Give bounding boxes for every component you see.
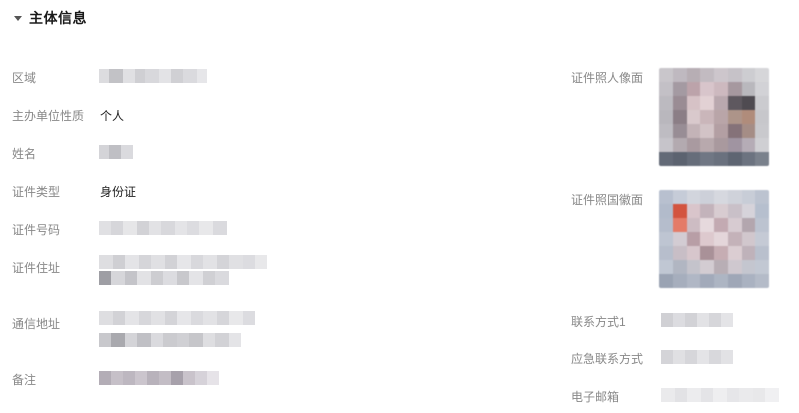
label-email: 电子邮箱 [571,390,620,404]
label-remarks: 备注 [12,373,37,387]
label-region: 区域 [12,71,37,85]
value-id-type: 身份证 [100,185,137,199]
value-name-redacted [99,145,133,159]
id-photo-portrait-thumbnail[interactable] [659,68,769,166]
label-id-photo-emblem: 证件照国徽面 [571,193,644,207]
id-photo-emblem-thumbnail[interactable] [659,190,769,288]
value-emergency-contact-redacted [661,350,733,364]
label-id-number: 证件号码 [12,223,61,237]
caret-down-icon [14,15,22,21]
section-title: 主体信息 [29,10,87,26]
value-remarks-redacted [99,371,219,385]
label-id-address: 证件住址 [12,261,61,275]
label-id-type: 证件类型 [12,185,61,199]
label-id-photo-portrait: 证件照人像面 [571,71,644,85]
label-emergency-contact: 应急联系方式 [571,352,644,366]
section-header-toggle[interactable]: 主体信息 [14,8,87,28]
label-mailing-address: 通信地址 [12,317,61,331]
value-id-number-redacted [99,221,227,235]
label-name: 姓名 [12,147,37,161]
label-organizer-type: 主办单位性质 [12,109,85,123]
value-email-redacted [661,388,779,402]
value-region-redacted [99,69,207,83]
value-contact-1-redacted [661,313,733,327]
value-organizer-type: 个人 [100,109,125,123]
label-contact-1: 联系方式1 [571,315,626,329]
